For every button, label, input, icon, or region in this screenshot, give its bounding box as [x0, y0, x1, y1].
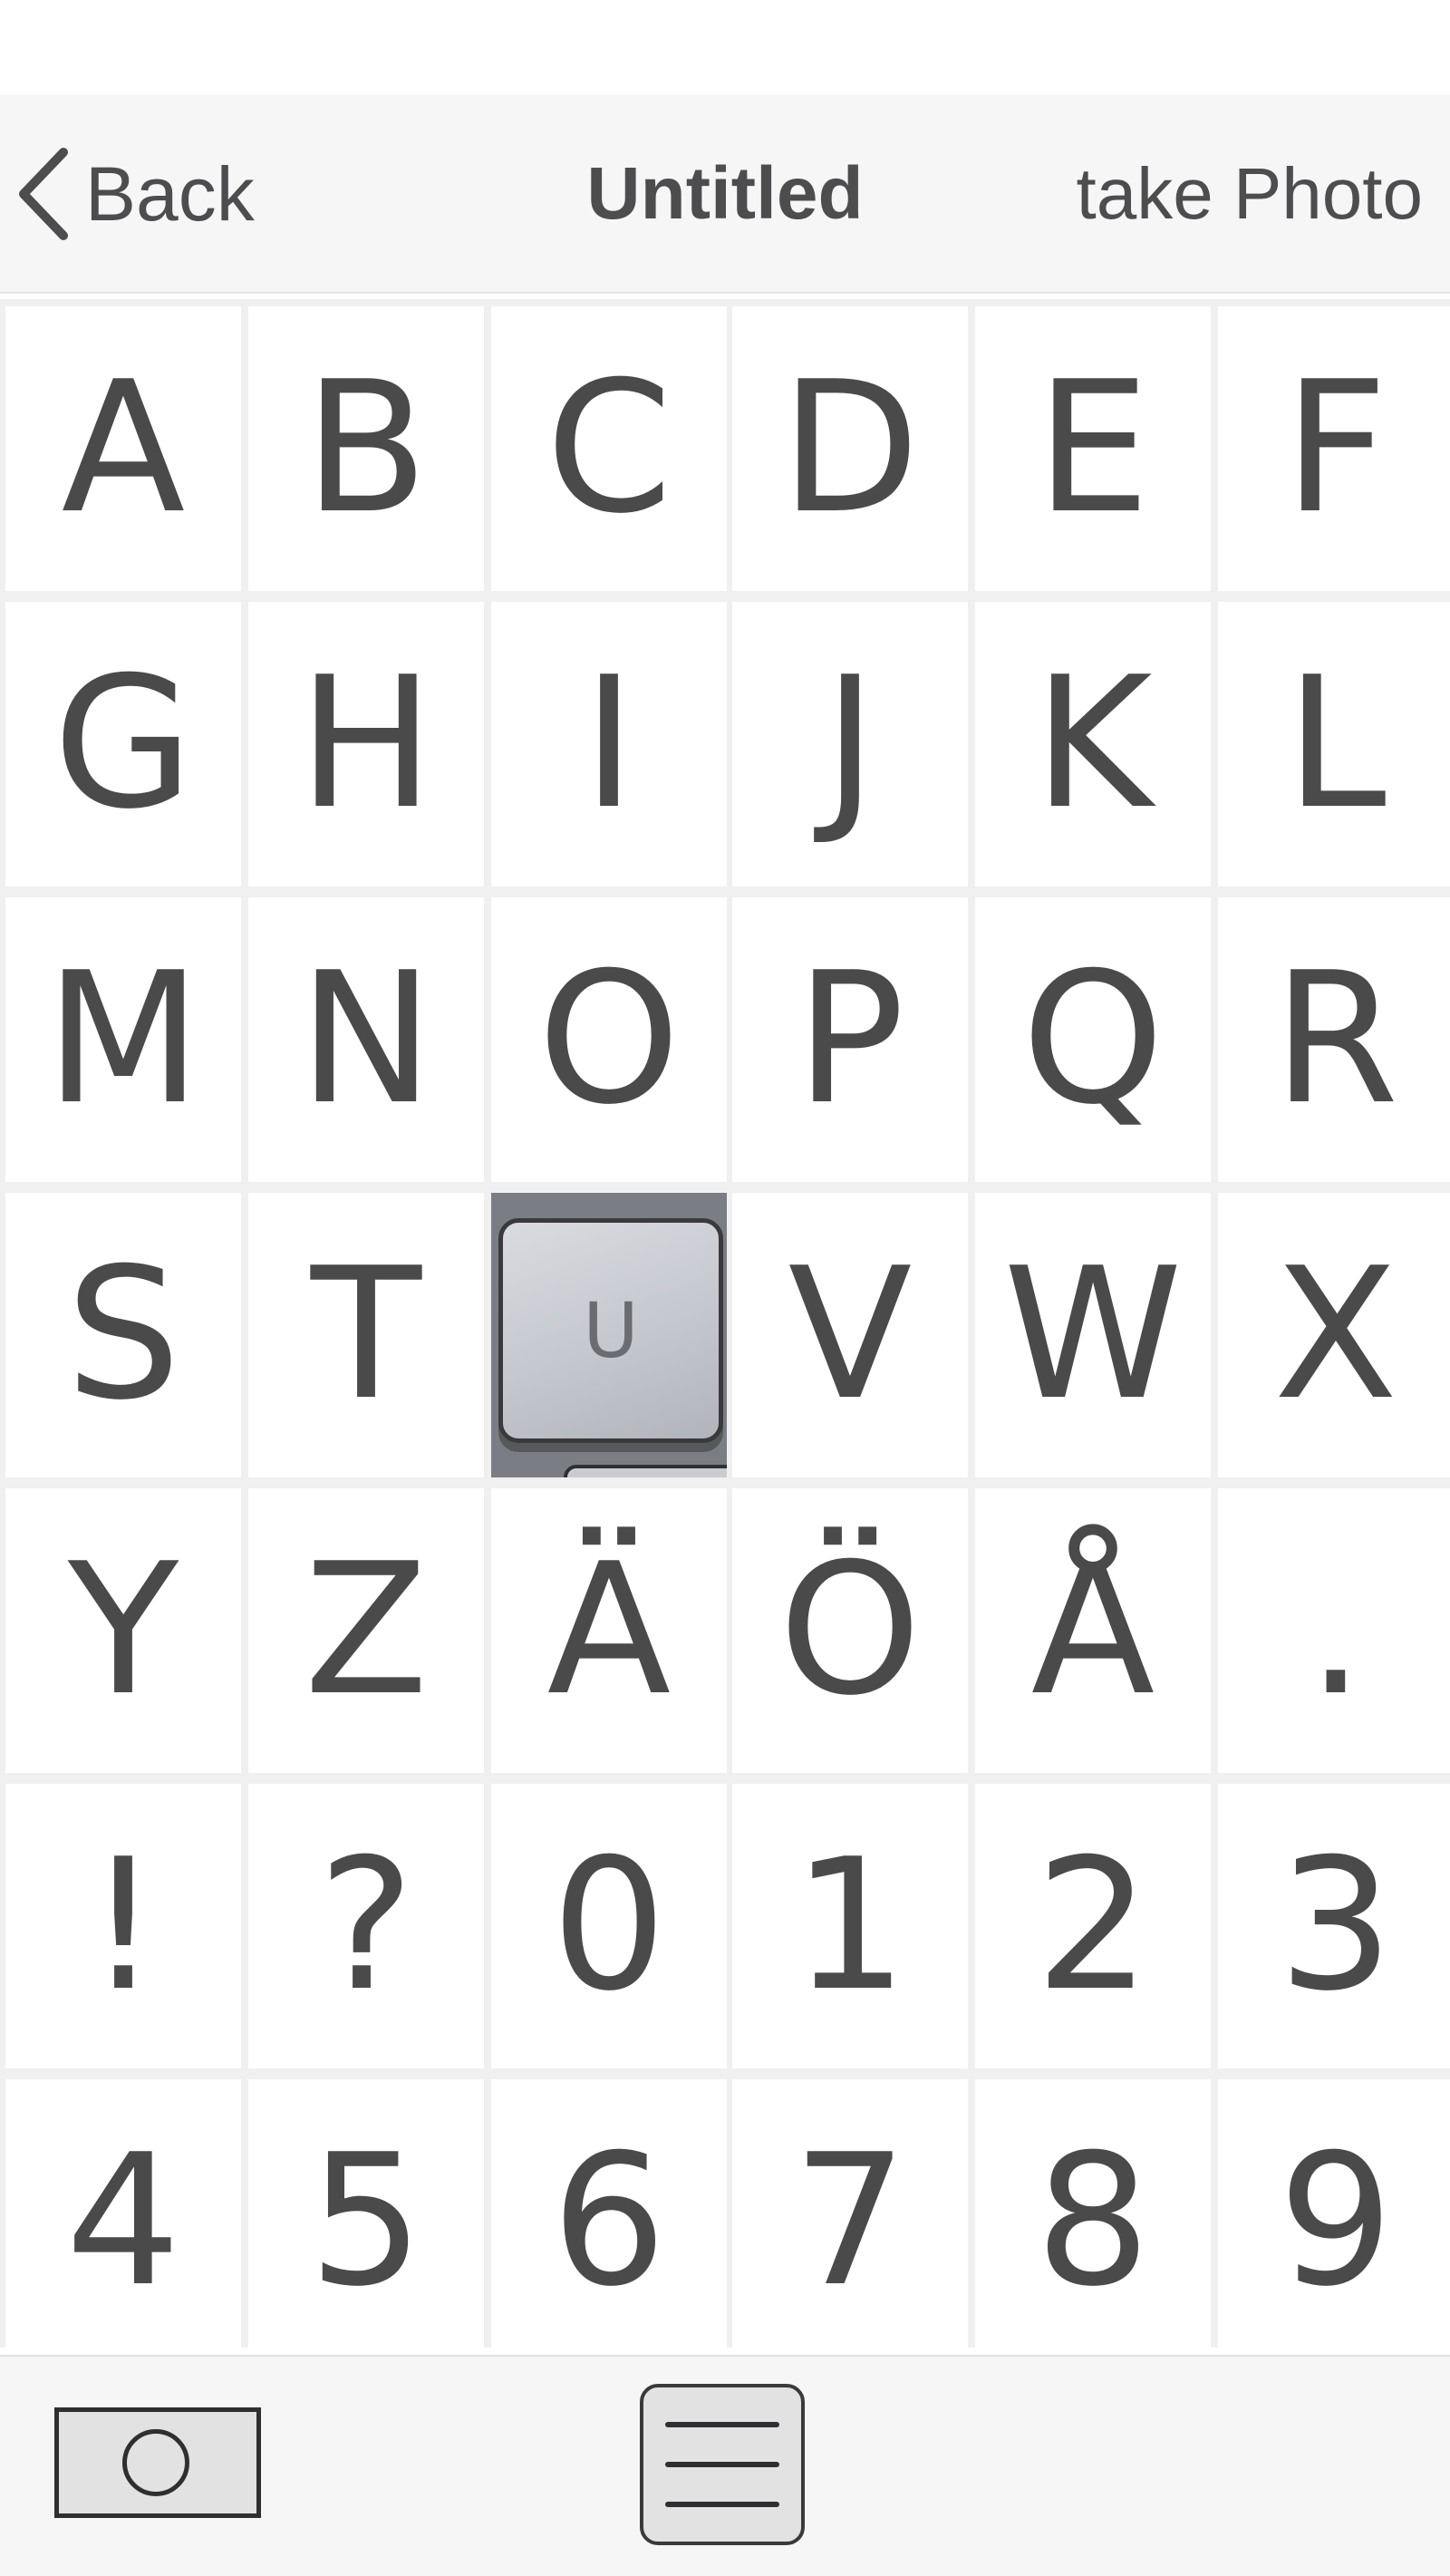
grid-cell-glyph: O: [537, 934, 681, 1145]
bottom-toolbar: [0, 2355, 1450, 2576]
grid-cell-glyph: A: [61, 343, 186, 554]
page-title: Untitled: [586, 152, 864, 235]
grid-cell[interactable]: N: [248, 897, 484, 1182]
grid-cell[interactable]: W: [975, 1193, 1211, 1477]
grid-cell[interactable]: M: [5, 897, 241, 1182]
grid-cell[interactable]: Å: [975, 1488, 1211, 1773]
grid-cell-glyph: 6: [551, 2116, 667, 2327]
character-grid: A B C D E F G H I J K L M N O P Q R S T U V W X Y Z Ä Ö Å.!? 0 1 2 3 4 5 6 7…: [0, 299, 1450, 2364]
grid-cell[interactable]: S: [5, 1193, 241, 1477]
grid-cell-glyph: Y: [67, 1525, 179, 1736]
grid-cell-glyph: P: [795, 934, 905, 1145]
grid-cell[interactable]: K: [975, 602, 1211, 886]
grid-cell[interactable]: Q: [975, 897, 1211, 1182]
grid-cell-glyph: .: [1307, 1525, 1365, 1736]
grid-cell-glyph: S: [65, 1229, 181, 1440]
grid-cell[interactable]: B: [248, 306, 484, 591]
grid-cell[interactable]: 3: [1218, 1784, 1450, 2068]
grid-cell-glyph: J: [823, 638, 877, 849]
grid-cell-glyph: R: [1272, 934, 1399, 1145]
grid-cell-glyph: Ö: [778, 1525, 922, 1736]
grid-cell[interactable]: F: [1218, 306, 1450, 591]
grid-cell-glyph: V: [788, 1229, 913, 1440]
grid-cell-glyph: M: [44, 934, 202, 1145]
keycap-photo: U: [498, 1218, 723, 1443]
navigation-bar: Back Untitled take Photo: [0, 94, 1450, 294]
grid-cell-glyph: 8: [1035, 2116, 1151, 2327]
grid-cell-glyph: H: [297, 638, 435, 849]
chevron-left-icon: [19, 148, 68, 240]
grid-cell-glyph: K: [1033, 638, 1153, 849]
grid-cell[interactable]: D: [732, 306, 968, 591]
grid-cell[interactable]: 6: [491, 2079, 727, 2364]
grid-cell[interactable]: R: [1218, 897, 1450, 1182]
grid-cell-glyph: E: [1035, 343, 1151, 554]
grid-cell-glyph: 2: [1035, 1820, 1151, 2031]
grid-cell[interactable]: 2: [975, 1784, 1211, 2068]
grid-cell[interactable]: ?: [248, 1784, 484, 2068]
grid-cell-glyph: Z: [304, 1525, 429, 1736]
grid-cell-glyph: X: [1273, 1229, 1398, 1440]
grid-cell-glyph: !: [86, 1820, 160, 2031]
grid-cell[interactable]: H: [248, 602, 484, 886]
grid-cell[interactable]: 9: [1218, 2079, 1450, 2364]
grid-cell[interactable]: J: [732, 602, 968, 886]
camera-button[interactable]: [54, 2407, 261, 2518]
grid-cell[interactable]: X: [1218, 1193, 1450, 1477]
grid-cell[interactable]: G: [5, 602, 241, 886]
grid-cell[interactable]: 8: [975, 2079, 1211, 2364]
grid-cell-glyph: 3: [1278, 1820, 1394, 2031]
grid-cell[interactable]: .: [1218, 1488, 1450, 1773]
grid-cell-glyph: N: [298, 934, 434, 1145]
grid-cell[interactable]: V: [732, 1193, 968, 1477]
grid-cell-glyph: 4: [65, 2116, 181, 2327]
grid-cell[interactable]: 4: [5, 2079, 241, 2364]
grid-cell-glyph: 7: [792, 2116, 908, 2327]
grid-cell-glyph: 1: [792, 1820, 908, 2031]
grid-cell-glyph: I: [582, 638, 636, 849]
grid-cell[interactable]: L: [1218, 602, 1450, 886]
take-photo-button[interactable]: take Photo: [1077, 140, 1424, 248]
grid-cell-glyph: L: [1285, 638, 1387, 849]
grid-cell[interactable]: 7: [732, 2079, 968, 2364]
grid-cell-glyph: Ä: [546, 1525, 672, 1736]
grid-cell-glyph: ?: [317, 1820, 415, 2031]
grid-cell[interactable]: Ö: [732, 1488, 968, 1773]
grid-cell[interactable]: Z: [248, 1488, 484, 1773]
grid-cell[interactable]: 0: [491, 1784, 727, 2068]
keycap-photo-below: [564, 1465, 727, 1477]
grid-cell[interactable]: !: [5, 1784, 241, 2068]
grid-cell-glyph: T: [310, 1229, 422, 1440]
grid-cell-glyph: Å: [1030, 1525, 1155, 1736]
grid-cell-glyph: 9: [1278, 2116, 1394, 2327]
grid-cell[interactable]: P: [732, 897, 968, 1182]
grid-cell-glyph: B: [304, 343, 429, 554]
back-button[interactable]: Back: [16, 140, 255, 248]
grid-cell[interactable]: T: [248, 1193, 484, 1477]
grid-cell[interactable]: 1: [732, 1784, 968, 2068]
grid-cell-glyph: W: [1003, 1229, 1183, 1440]
grid-cell-glyph: D: [779, 343, 920, 554]
grid-cell[interactable]: I: [491, 602, 727, 886]
menu-button[interactable]: [640, 2384, 805, 2545]
grid-cell-glyph: 0: [551, 1820, 667, 2031]
grid-cell[interactable]: C: [491, 306, 727, 591]
grid-cell[interactable]: 5: [248, 2079, 484, 2364]
status-bar-area: [0, 0, 1450, 94]
grid-cell-glyph: C: [546, 343, 672, 554]
grid-cell-glyph: 5: [308, 2116, 424, 2327]
grid-cell[interactable]: E: [975, 306, 1211, 591]
camera-icon: [122, 2429, 189, 2496]
back-label: Back: [85, 150, 255, 237]
grid-cell[interactable]: A: [5, 306, 241, 591]
grid-cell[interactable]: O: [491, 897, 727, 1182]
grid-cell-photo[interactable]: U: [491, 1193, 727, 1477]
grid-cell[interactable]: Ä: [491, 1488, 727, 1773]
grid-cell[interactable]: Y: [5, 1488, 241, 1773]
grid-cell-glyph: F: [1283, 343, 1388, 554]
keycap-label: U: [583, 1286, 639, 1375]
grid-cell-glyph: Q: [1021, 934, 1165, 1145]
grid-cell-glyph: G: [53, 638, 194, 849]
